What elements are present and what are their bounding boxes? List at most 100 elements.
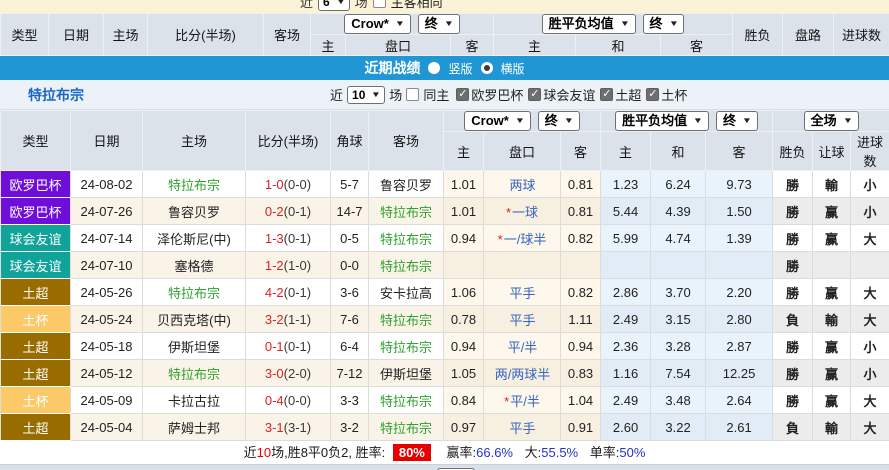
away-team: 特拉布宗 <box>369 198 444 225</box>
competition-filters: ✓欧罗巴杯✓球会友谊✓土超✓土杯 <box>456 85 690 104</box>
competition-filter-checkbox[interactable]: ✓ <box>456 88 469 101</box>
chevron-down-icon: ▼ <box>444 15 454 33</box>
goals-over-under: 大 <box>851 387 889 414</box>
competition-filter-checkbox[interactable]: ✓ <box>646 88 659 101</box>
home-team: 塞格德 <box>143 252 246 279</box>
match-row: 球会友谊 24-07-14 泽伦斯尼(中) 1-3(0-1) 0-5 特拉布宗 … <box>1 225 889 252</box>
avg-draw-odds: 7.54 <box>651 360 706 387</box>
home-team: 贝西克塔(中) <box>143 306 246 333</box>
competition-filter-checkbox[interactable]: ✓ <box>528 88 541 101</box>
recent-count-select[interactable]: 10▼ <box>347 86 385 104</box>
final-odds-select[interactable]: 终▼ <box>538 111 580 131</box>
win-loss-result: 勝 <box>773 333 813 360</box>
handicap-result: 赢 <box>813 360 851 387</box>
col-score: 比分(半场) <box>148 14 264 56</box>
competition-badge: 土超 <box>1 414 71 441</box>
bookmaker-select[interactable]: Crow*▼ <box>464 111 530 131</box>
home-team: 泽伦斯尼(中) <box>143 225 246 252</box>
final-avg-select[interactable]: 终▼ <box>643 14 685 34</box>
handicap-result: 輸 <box>813 306 851 333</box>
col-goals: 进球数 <box>851 132 889 171</box>
over-label: 大: <box>525 445 542 460</box>
chevron-down-icon: ▼ <box>336 0 346 11</box>
handicap-result: 赢 <box>813 279 851 306</box>
handicap-line: *一/球半 <box>484 225 561 252</box>
match-score: 0-2(0-1) <box>246 198 331 225</box>
avg-home-odds: 1.16 <box>601 360 651 387</box>
avg-odds-select[interactable]: 胜平负均值▼ <box>542 14 636 34</box>
away-odds: 1.04 <box>561 387 601 414</box>
competition-badge: 球会友谊 <box>1 225 71 252</box>
col-away: 客场 <box>264 14 311 56</box>
col-type: 类型 <box>1 111 71 171</box>
handicap-line: 平手 <box>484 306 561 333</box>
col-avg-home: 主 <box>494 35 576 56</box>
same-home-checkbox[interactable] <box>406 88 419 101</box>
home-odds <box>444 252 484 279</box>
match-count-select[interactable]: 6▼ <box>318 0 350 11</box>
goals-over-under: 大 <box>851 414 889 441</box>
win-loss-result: 勝 <box>773 225 813 252</box>
corner-count: 14-7 <box>331 198 369 225</box>
goals-over-under: 小 <box>851 333 889 360</box>
col-date: 日期 <box>49 14 104 56</box>
handicap-result: 輸 <box>813 171 851 198</box>
vertical-layout-radio[interactable] <box>428 62 440 74</box>
col-odds-home: 主 <box>444 132 484 171</box>
match-score: 1-0(0-0) <box>246 171 331 198</box>
over-rate: 55.5% <box>541 445 578 460</box>
handicap-result: 輸 <box>813 414 851 441</box>
goals-over-under: 小 <box>851 198 889 225</box>
avg-away-odds: 2.80 <box>706 306 773 333</box>
col-odds-away: 客 <box>561 132 601 171</box>
handicap-line: *一球 <box>484 198 561 225</box>
handicap-win-rate: 66.6% <box>476 445 513 460</box>
competition-badge: 土超 <box>1 333 71 360</box>
previous-table-header: 类型 日期 主场 比分(半场) 客场 Crow*▼ 终▼ 胜平负均值▼ 终▼ 胜… <box>0 13 889 56</box>
handicap-line: 平手 <box>484 279 561 306</box>
away-team: 特拉布宗 <box>369 252 444 279</box>
recent-matches-table: 类型 日期 主场 比分(半场) 角球 客场 Crow*▼ 终▼ 胜平负均值▼ 终… <box>0 110 889 441</box>
avg-away-odds: 1.39 <box>706 225 773 252</box>
match-row: 欧罗巴杯 24-07-26 鲁容贝罗 0-2(0-1) 14-7 特拉布宗 1.… <box>1 198 889 225</box>
away-odds: 0.81 <box>561 198 601 225</box>
match-row: 土超 24-05-12 特拉布宗 3-0(2-0) 7-12 伊斯坦堡 1.05… <box>1 360 889 387</box>
scope-select[interactable]: 全场▼ <box>804 111 859 131</box>
win-loss-result: 勝 <box>773 360 813 387</box>
chevron-down-icon: ▼ <box>842 112 852 130</box>
match-score: 4-2(0-1) <box>246 279 331 306</box>
col-type: 类型 <box>1 14 49 56</box>
home-team: 特拉布宗 <box>143 360 246 387</box>
away-team: 特拉布宗 <box>369 306 444 333</box>
win-loss-result: 勝 <box>773 252 813 279</box>
col-goals: 进球数 <box>834 14 889 56</box>
previous-filter-strip: 近 6▼ 场 主客相同 <box>0 0 889 13</box>
home-team: 伊斯坦堡 <box>143 333 246 360</box>
near-label: 近 <box>300 0 313 11</box>
col-home: 主场 <box>143 111 246 171</box>
same-home-label: 同主 <box>423 85 449 104</box>
win-loss-result: 負 <box>773 414 813 441</box>
handicap-line: 两球 <box>484 171 561 198</box>
match-row: 土超 24-05-18 伊斯坦堡 0-1(0-1) 6-4 特拉布宗 0.94 … <box>1 333 889 360</box>
competition-filter-checkbox[interactable]: ✓ <box>600 88 613 101</box>
goals-over-under <box>851 252 889 279</box>
bookmaker-select[interactable]: Crow*▼ <box>344 14 410 34</box>
match-row: 土杯 24-05-24 贝西克塔(中) 3-2(1-1) 7-6 特拉布宗 0.… <box>1 306 889 333</box>
col-avg-home: 主 <box>601 132 651 171</box>
away-team: 安卡拉高 <box>369 279 444 306</box>
away-odds: 1.11 <box>561 306 601 333</box>
avg-home-odds: 1.23 <box>601 171 651 198</box>
single-rate: 50% <box>619 445 645 460</box>
match-date: 24-05-12 <box>71 360 143 387</box>
same-home-away-checkbox[interactable] <box>373 0 386 8</box>
goals-over-under: 大 <box>851 279 889 306</box>
horizontal-layout-radio[interactable] <box>481 62 493 74</box>
final-odds-select[interactable]: 终▼ <box>418 14 460 34</box>
competition-badge: 欧罗巴杯 <box>1 198 71 225</box>
col-avg-away: 客 <box>661 35 733 56</box>
avg-odds-select[interactable]: 胜平负均值▼ <box>615 111 709 131</box>
chevron-down-icon: ▼ <box>395 15 405 33</box>
final-avg-select[interactable]: 终▼ <box>716 111 758 131</box>
avg-draw-odds: 4.39 <box>651 198 706 225</box>
